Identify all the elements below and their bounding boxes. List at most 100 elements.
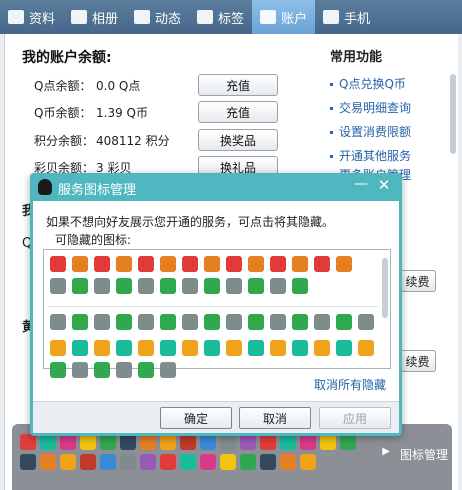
- service-icon[interactable]: [226, 340, 242, 356]
- hideable-icons-label: 可隐藏的图标:: [55, 233, 132, 247]
- tab-label: 账户: [281, 11, 308, 27]
- service-icon[interactable]: [138, 340, 154, 356]
- service-icon[interactable]: [72, 256, 88, 272]
- service-icon[interactable]: [226, 278, 242, 294]
- service-icon[interactable]: [72, 314, 88, 330]
- service-icon: [220, 454, 236, 470]
- service-icon[interactable]: [50, 278, 66, 294]
- dialog-titlebar[interactable]: 服务图标管理 — ✕: [30, 173, 402, 201]
- renew-button[interactable]: 续费: [400, 350, 436, 372]
- tab-phone[interactable]: 手机: [315, 0, 378, 34]
- icon-manage-link[interactable]: 图标管理: [400, 446, 448, 463]
- ok-button[interactable]: 确定: [160, 407, 232, 429]
- service-icon: [200, 454, 216, 470]
- close-icon[interactable]: ✕: [375, 176, 393, 194]
- minimize-icon[interactable]: —: [352, 176, 370, 192]
- link-open-services[interactable]: 开通其他服务: [330, 147, 411, 164]
- service-icon[interactable]: [292, 278, 308, 294]
- service-icon[interactable]: [204, 314, 220, 330]
- service-icon[interactable]: [182, 340, 198, 356]
- link-qpoint-exchange[interactable]: Q点兑换Q币: [330, 75, 406, 92]
- service-icon[interactable]: [138, 362, 154, 378]
- tab-bar: 资料 相册 动态 标签 账户 手机: [0, 0, 462, 34]
- service-icon[interactable]: [160, 340, 176, 356]
- service-icon[interactable]: [226, 256, 242, 272]
- service-icon[interactable]: [270, 278, 286, 294]
- apply-button[interactable]: 应用: [319, 407, 391, 429]
- redeem-prize-button[interactable]: 换奖品: [198, 129, 278, 151]
- service-icon[interactable]: [94, 256, 110, 272]
- service-icon[interactable]: [116, 340, 132, 356]
- service-icon[interactable]: [204, 340, 220, 356]
- service-icon[interactable]: [94, 362, 110, 378]
- service-icon[interactable]: [314, 314, 330, 330]
- service-icon[interactable]: [160, 256, 176, 272]
- phone-icon: [323, 10, 340, 24]
- service-icon[interactable]: [270, 256, 286, 272]
- service-icon[interactable]: [336, 314, 352, 330]
- photo-icon: [71, 10, 88, 24]
- service-icon: [300, 434, 316, 450]
- balance-value: 1.39 Q币: [96, 106, 148, 120]
- tab-tags[interactable]: 标签: [189, 0, 252, 34]
- service-icon[interactable]: [248, 340, 264, 356]
- service-icon[interactable]: [182, 278, 198, 294]
- service-icon[interactable]: [94, 314, 110, 330]
- service-icon[interactable]: [358, 314, 374, 330]
- service-icon[interactable]: [292, 340, 308, 356]
- service-icon[interactable]: [50, 256, 66, 272]
- recharge-qcoins-button[interactable]: 充值: [198, 101, 278, 123]
- service-icon[interactable]: [204, 278, 220, 294]
- service-icon[interactable]: [50, 362, 66, 378]
- service-icon[interactable]: [270, 340, 286, 356]
- service-icon[interactable]: [160, 278, 176, 294]
- service-icon[interactable]: [116, 362, 132, 378]
- service-icon[interactable]: [182, 256, 198, 272]
- service-icon[interactable]: [182, 314, 198, 330]
- service-icon[interactable]: [160, 362, 176, 378]
- service-icon[interactable]: [248, 256, 264, 272]
- service-icon[interactable]: [204, 256, 220, 272]
- panel-scrollbar[interactable]: [450, 74, 456, 154]
- balance-label: 积分余额：: [34, 134, 95, 148]
- service-icon[interactable]: [94, 278, 110, 294]
- icon-list-divider: [48, 306, 378, 307]
- tab-feed[interactable]: 动态: [126, 0, 189, 34]
- tab-photos[interactable]: 相册: [63, 0, 126, 34]
- service-icon[interactable]: [314, 256, 330, 272]
- service-icon[interactable]: [292, 256, 308, 272]
- service-icon[interactable]: [160, 314, 176, 330]
- service-icon[interactable]: [138, 256, 154, 272]
- service-icon[interactable]: [336, 256, 352, 272]
- service-icon[interactable]: [248, 314, 264, 330]
- service-icon[interactable]: [138, 278, 154, 294]
- service-icon[interactable]: [248, 278, 264, 294]
- service-icon[interactable]: [72, 362, 88, 378]
- service-icon: [300, 454, 316, 470]
- service-icon[interactable]: [116, 278, 132, 294]
- link-transaction-history[interactable]: 交易明细查询: [330, 99, 411, 116]
- cancel-all-hidden-link[interactable]: 取消所有隐藏: [314, 376, 386, 393]
- service-icon[interactable]: [94, 340, 110, 356]
- service-icon[interactable]: [292, 314, 308, 330]
- tab-account[interactable]: 账户: [252, 0, 316, 34]
- service-icon[interactable]: [50, 314, 66, 330]
- renew-button[interactable]: 续费: [400, 270, 436, 292]
- icon-list-scrollbar[interactable]: [382, 258, 388, 318]
- service-icon[interactable]: [314, 340, 330, 356]
- service-icon[interactable]: [226, 314, 242, 330]
- arrow-right-icon[interactable]: ▶: [382, 446, 390, 457]
- recharge-qpoints-button[interactable]: 充值: [198, 74, 278, 96]
- service-icon[interactable]: [72, 278, 88, 294]
- service-icon[interactable]: [50, 340, 66, 356]
- link-spending-limit[interactable]: 设置消费限额: [330, 123, 411, 140]
- service-icon[interactable]: [270, 314, 286, 330]
- service-icon[interactable]: [72, 340, 88, 356]
- service-icon[interactable]: [358, 340, 374, 356]
- service-icon[interactable]: [116, 314, 132, 330]
- service-icon[interactable]: [336, 340, 352, 356]
- tab-profile[interactable]: 资料: [0, 0, 63, 34]
- service-icon[interactable]: [116, 256, 132, 272]
- service-icon[interactable]: [138, 314, 154, 330]
- cancel-button[interactable]: 取消: [239, 407, 311, 429]
